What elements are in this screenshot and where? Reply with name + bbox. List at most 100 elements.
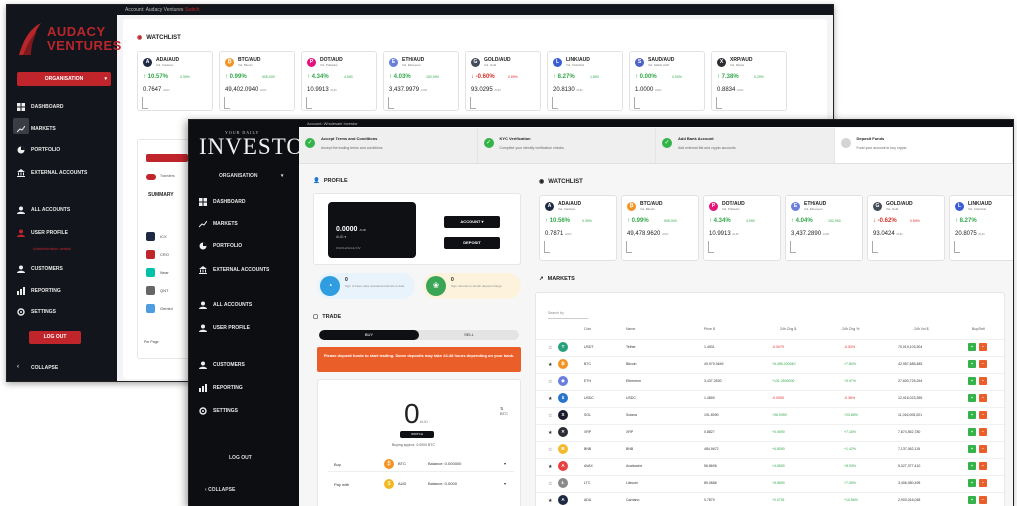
collapse-button[interactable]: ‹ COLLAPSE <box>17 364 58 372</box>
watchlist-card[interactable]: A ADA/AUD Vol. Cardano ↑ 10.57% 0.39% 0.7647 … <box>137 51 213 111</box>
buy-coin-row[interactable]: Buy ₿ BTC Balance: 0.000000 ▾ <box>328 458 514 472</box>
table-row[interactable]: ☆ Ł LTC Litecoin 89.0686 +5.8690 +7.05% 3,406,0… <box>536 475 1004 490</box>
nav-customers[interactable]: CUSTOMERS <box>199 361 245 369</box>
table-row[interactable]: ★ A AVAX Avalanche 56.8696 +4.6590 +8.93% 5,027… <box>536 458 1004 473</box>
account-button[interactable]: ACCOUNT ▾ <box>444 216 500 228</box>
nav-settings[interactable]: SETTINGS <box>17 308 56 316</box>
nav-reporting[interactable]: REPORTING <box>17 287 61 295</box>
nav-markets[interactable]: MARKETS <box>16 125 56 133</box>
action-button[interactable] <box>146 154 188 162</box>
watchlist-card[interactable]: L LINK/AUD Vol. Chainlink ↑ 8.27% 20.8075 AU… <box>949 195 1013 261</box>
buy-button[interactable]: + <box>968 445 976 453</box>
buy-button[interactable]: + <box>968 394 976 402</box>
onboarding-step[interactable]: ✓ Add Bank Account Add external fiat and c… <box>656 128 835 163</box>
buy-button[interactable]: + <box>968 462 976 470</box>
nav-user-profile[interactable]: USER PROFILE <box>17 229 68 237</box>
transfers-toggle[interactable] <box>146 174 156 180</box>
nav-all-accounts[interactable]: ALL ACCOUNTS <box>17 206 70 214</box>
star-icon[interactable]: ★ <box>548 464 552 470</box>
currency-select[interactable]: AUD ▾ <box>336 235 346 239</box>
sell-button[interactable]: − <box>979 343 987 351</box>
list-item[interactable]: ICX <box>160 234 167 239</box>
switch-button[interactable]: SWITCH <box>400 431 434 438</box>
watchlist-card[interactable]: ₿ BTC/AUD Vol. Bitcoin ↑ 0.99% 905,000 49,402… <box>219 51 295 111</box>
watchlist-card[interactable]: G GOLD/AUD Vol. Gold ↓ -0.60% 0.89% 93.0295 A… <box>465 51 541 111</box>
star-icon[interactable]: ☆ <box>548 413 552 419</box>
trade-amount[interactable]: 0AUD <box>404 398 428 430</box>
watchlist-card[interactable]: P DOT/AUD Vol. Polkadot ↑ 4.34% 4,990 10.9913… <box>703 195 781 261</box>
table-row[interactable]: ☆ ◆ ETH Ethereum 3,437.2530 +131.2590000 +3.97… <box>536 373 1004 388</box>
table-row[interactable]: ☆ T USDT Tether 1.4931 -0.0079 -0.53% 70,019,10… <box>536 339 1004 354</box>
organisation-dropdown[interactable]: ORGANISATION ▾ <box>17 72 111 86</box>
deposit-button[interactable]: DEPOSIT <box>444 237 500 249</box>
sell-button[interactable]: − <box>979 428 987 436</box>
list-item[interactable]: Near <box>160 270 169 275</box>
nav-user-profile[interactable]: USER PROFILE <box>199 324 250 332</box>
table-row[interactable]: ☆ S SOL Solana 191.8090 +36.9390 +23.86% 11,016… <box>536 407 1004 422</box>
tab-sell[interactable]: SELL <box>419 330 519 340</box>
watchlist-card[interactable]: L LINK/AUD Vol. Chainlink ↑ 8.27% 1,890 20.81… <box>547 51 623 111</box>
buy-button[interactable]: + <box>968 479 976 487</box>
buy-button[interactable]: + <box>968 360 976 368</box>
table-row[interactable]: ★ A ADA Cardano 0.7870 +0.0751 +10.56% 2,903,01… <box>536 492 1004 506</box>
star-icon[interactable]: ☆ <box>548 379 552 385</box>
star-icon[interactable]: ★ <box>548 396 552 402</box>
star-icon[interactable]: ☆ <box>548 345 552 351</box>
sell-button[interactable]: − <box>979 411 987 419</box>
watchlist-card[interactable]: A ADA/AUD Vol. Cardano ↑ 10.56% 0.39% 0.7871 … <box>539 195 617 261</box>
onboarding-step[interactable]: ✓ KYC Verification Complete your identity … <box>477 128 656 163</box>
watchlist-card[interactable]: G GOLD/AUD Vol. Gold ↓ -0.62% 0.89% 93.0424 A… <box>867 195 945 261</box>
collapse-button[interactable]: ‹ COLLAPSE <box>205 487 235 493</box>
nav-reporting[interactable]: REPORTING <box>199 384 243 392</box>
list-item[interactable]: Gemini <box>160 306 173 311</box>
tab-buy[interactable]: BUY <box>319 330 419 340</box>
buy-button[interactable]: + <box>968 496 976 504</box>
star-icon[interactable]: ★ <box>548 498 552 504</box>
switch-link[interactable]: Switch <box>185 7 200 13</box>
star-icon[interactable]: ☆ <box>548 481 552 487</box>
watchlist-card[interactable]: E ETH/AUD Vol. Ethereum ↑ 4.03% 152,990 3,437… <box>383 51 459 111</box>
list-item[interactable]: CRO <box>160 252 169 257</box>
watchlist-card[interactable]: S SAUD/AUD Vol. Stable AUD ↑ 0.00% 0.00% 1.00… <box>629 51 705 111</box>
nav-customers[interactable]: CUSTOMERS <box>17 265 63 273</box>
onboarding-step[interactable]: Deposit Funds Fund your account to buy cr… <box>834 128 1013 163</box>
buy-button[interactable]: + <box>968 377 976 385</box>
star-icon[interactable]: ★ <box>548 430 552 436</box>
pay-with-row[interactable]: Pay with $ AUD Balance: 0.0000 ▾ <box>328 478 514 492</box>
nav-external-accounts[interactable]: EXTERNAL ACCOUNTS <box>199 266 269 274</box>
nav-dashboard[interactable]: DASHBOARD <box>17 103 64 111</box>
sell-button[interactable]: − <box>979 462 987 470</box>
watchlist-card[interactable]: P DOT/AUD Vol. Polkadot ↑ 4.34% 4,990 10.9913… <box>301 51 377 111</box>
table-row[interactable]: ☆ B BNB BNB 484.9672 +6.8090 +1.42% 7,137,062,1… <box>536 441 1004 456</box>
sell-button[interactable]: − <box>979 496 987 504</box>
nav-settings[interactable]: SETTINGS <box>199 407 238 415</box>
sell-button[interactable]: − <box>979 479 987 487</box>
nav-external-accounts[interactable]: EXTERNAL ACCOUNTS <box>17 169 87 177</box>
logout-button[interactable]: LOG OUT <box>29 331 81 344</box>
sell-button[interactable]: − <box>979 360 987 368</box>
nav-dashboard[interactable]: DASHBOARD <box>199 198 246 206</box>
buy-button[interactable]: + <box>968 428 976 436</box>
alt-unit-toggle[interactable]: ⇅ BTC <box>500 406 508 416</box>
star-icon[interactable]: ★ <box>548 362 552 368</box>
table-row[interactable]: ★ ₿ BTC Bitcoin 49,979.3649 +6,495.200040 +7.8… <box>536 356 1004 371</box>
buy-button[interactable]: + <box>968 343 976 351</box>
sell-button[interactable]: − <box>979 394 987 402</box>
watchlist-card[interactable]: ₿ BTC/AUD Vol. Bitcoin ↑ 0.99% 905,000 49,478… <box>621 195 699 261</box>
nav-markets[interactable]: MARKETS <box>198 220 238 228</box>
sub-nav-item[interactable]: Administration details <box>33 246 71 251</box>
nav-all-accounts[interactable]: ALL ACCOUNTS <box>199 301 252 309</box>
watchlist-card[interactable]: X XRP/AUD Vol. Ripple ↑ 7.38% 0.29% 0.8834 AU… <box>711 51 787 111</box>
table-row[interactable]: ★ $ USDC USDC 1.4890 -0.0053 -0.36% 12,016,023,… <box>536 390 1004 405</box>
nav-portfolio[interactable]: PORTFOLIO <box>17 146 60 154</box>
search-input[interactable]: Search by <box>548 311 588 319</box>
logout-button[interactable]: LOG OUT <box>229 455 252 461</box>
watchlist-card[interactable]: E ETH/AUD Vol. Ethereum ↑ 4.04% 152,990 3,437… <box>785 195 863 261</box>
onboarding-step[interactable]: ✓ Accept Terms and Conditions Accept the t… <box>299 128 478 163</box>
star-icon[interactable]: ☆ <box>548 447 552 453</box>
list-item[interactable]: QNT <box>160 288 168 293</box>
table-row[interactable]: ★ ✕ XRP XRP 0.8827 +0.0590 +7.16% 7,874,552,780… <box>536 424 1004 439</box>
sell-button[interactable]: − <box>979 377 987 385</box>
buy-button[interactable]: + <box>968 411 976 419</box>
nav-portfolio[interactable]: PORTFOLIO <box>199 242 242 250</box>
